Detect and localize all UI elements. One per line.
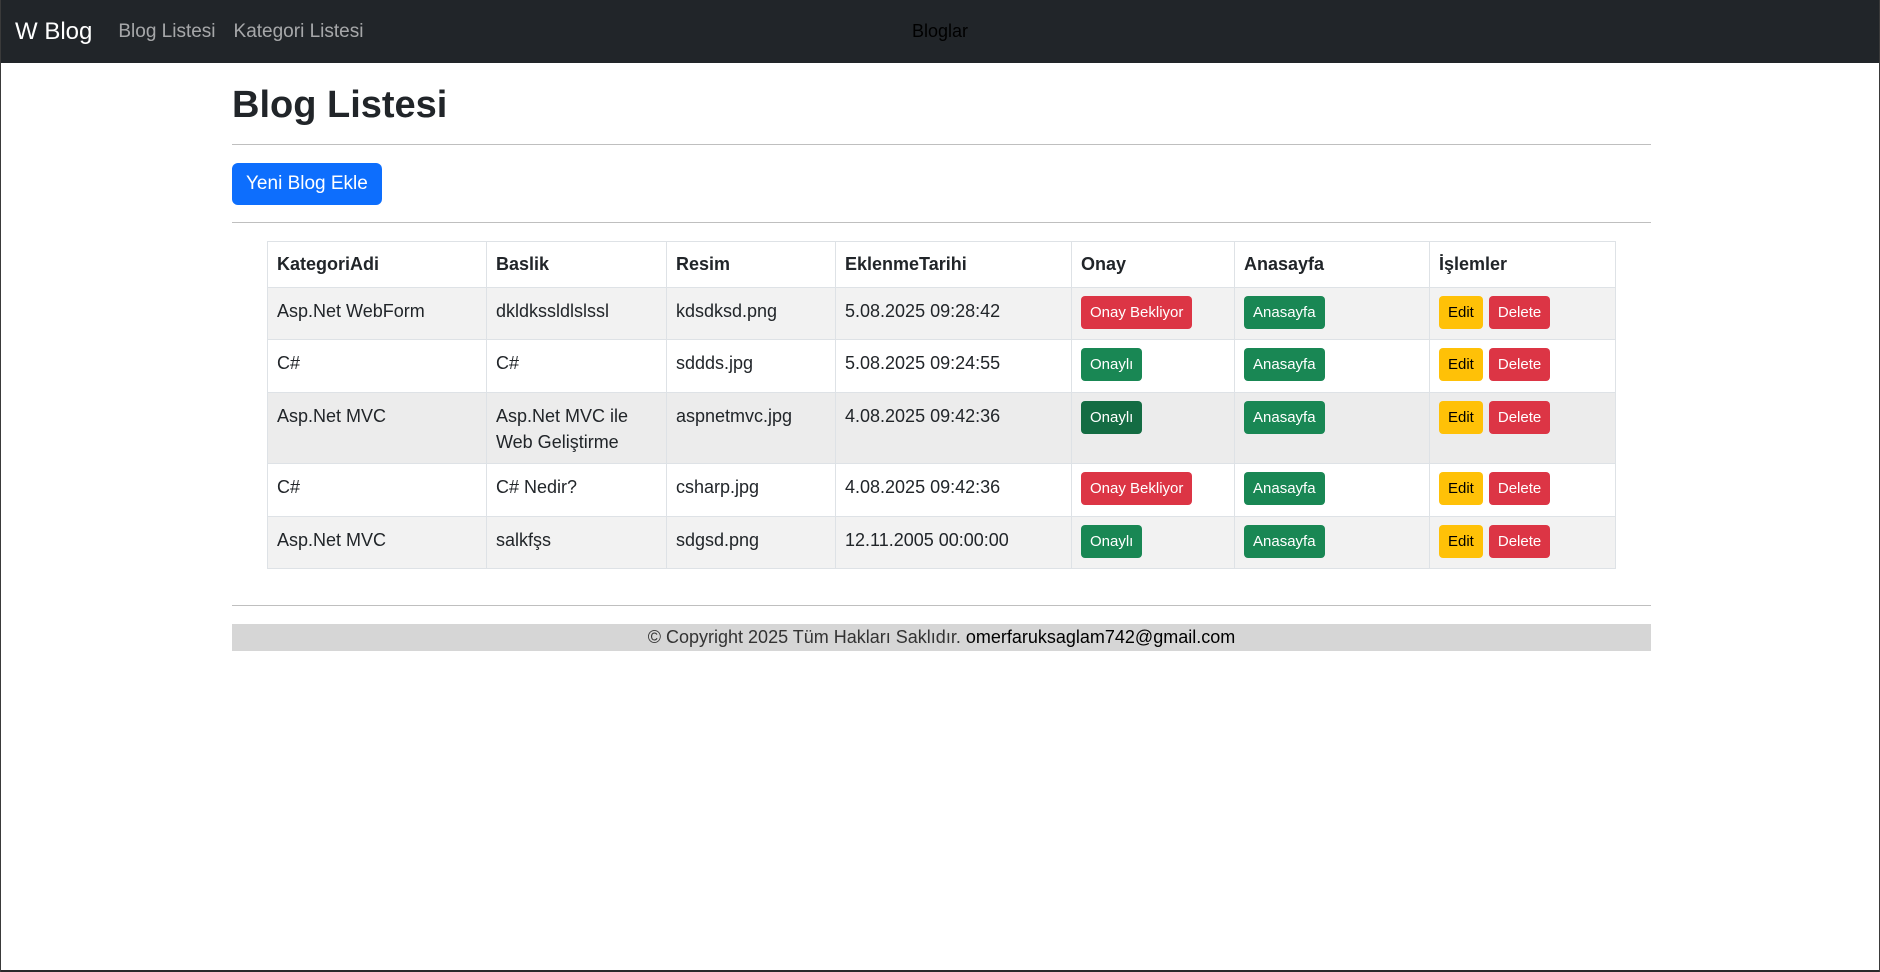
cell-islemler: Edit Delete bbox=[1429, 516, 1616, 569]
cell-anasayfa: Anasayfa bbox=[1234, 463, 1430, 517]
column-header-onay: Onay bbox=[1071, 241, 1235, 288]
cell-resim: sdgsd.png bbox=[666, 516, 836, 569]
cell-tarih: 4.08.2025 09:42:36 bbox=[835, 463, 1072, 517]
delete-button[interactable]: Delete bbox=[1488, 348, 1551, 381]
column-header-tarih: EklenmeTarihi bbox=[835, 241, 1072, 288]
onayli-button[interactable]: Onaylı bbox=[1081, 348, 1143, 381]
column-header-resim: Resim bbox=[666, 241, 836, 288]
nav-link-kategori-listesi[interactable]: Kategori Listesi bbox=[234, 21, 364, 43]
cell-onay: Onay Bekliyor bbox=[1071, 287, 1235, 340]
edit-button[interactable]: Edit bbox=[1439, 401, 1483, 434]
cell-baslik: salkfşs bbox=[486, 516, 667, 569]
cell-anasayfa: Anasayfa bbox=[1234, 392, 1430, 464]
cell-onay: Onay Bekliyor bbox=[1071, 463, 1235, 517]
cell-islemler: Edit Delete bbox=[1429, 339, 1616, 393]
divider bbox=[232, 222, 1651, 223]
cell-islemler: Edit Delete bbox=[1429, 463, 1616, 517]
brand-link[interactable]: W Blog bbox=[15, 18, 92, 46]
add-blog-button[interactable]: Yeni Blog Ekle bbox=[232, 163, 382, 205]
cell-tarih: 12.11.2005 00:00:00 bbox=[835, 516, 1072, 569]
column-header-anasayfa: Anasayfa bbox=[1234, 241, 1430, 288]
cell-kategori: C# bbox=[267, 339, 487, 393]
cell-onay: Onaylı bbox=[1071, 392, 1235, 464]
cell-islemler: Edit Delete bbox=[1429, 287, 1616, 340]
onayli-button[interactable]: Onaylı bbox=[1081, 401, 1143, 434]
cell-kategori: Asp.Net MVC bbox=[267, 392, 487, 464]
divider bbox=[232, 605, 1651, 606]
cell-anasayfa: Anasayfa bbox=[1234, 516, 1430, 569]
cell-baslik: C# Nedir? bbox=[486, 463, 667, 517]
anasayfa-button[interactable]: Anasayfa bbox=[1244, 348, 1325, 381]
cell-resim: aspnetmvc.jpg bbox=[666, 392, 836, 464]
column-header-kategori: KategoriAdi bbox=[267, 241, 487, 288]
divider bbox=[232, 144, 1651, 145]
cell-kategori: C# bbox=[267, 463, 487, 517]
column-header-islemler: İşlemler bbox=[1429, 241, 1616, 288]
edit-button[interactable]: Edit bbox=[1439, 472, 1483, 505]
cell-baslik: Asp.Net MVC ile Web Geliştirme bbox=[486, 392, 667, 464]
cell-resim: csharp.jpg bbox=[666, 463, 836, 517]
main-container: Blog Listesi Yeni Blog Ekle KategoriAdi … bbox=[232, 63, 1651, 651]
cell-anasayfa: Anasayfa bbox=[1234, 339, 1430, 393]
onay-bekliyor-button[interactable]: Onay Bekliyor bbox=[1081, 296, 1193, 329]
table-header-row: KategoriAdi Baslik Resim EklenmeTarihi O… bbox=[267, 241, 1616, 288]
page-title: Blog Listesi bbox=[232, 84, 448, 126]
navbar: W Blog Blog Listesi Kategori Listesi Blo… bbox=[1, 0, 1879, 63]
table-row: Asp.Net MVC salkfşs sdgsd.png 12.11.2005… bbox=[267, 516, 1616, 569]
delete-button[interactable]: Delete bbox=[1488, 525, 1551, 558]
footer-copyright: © Copyright 2025 Tüm Hakları Saklıdır. bbox=[647, 627, 961, 647]
delete-button[interactable]: Delete bbox=[1488, 472, 1551, 505]
anasayfa-button[interactable]: Anasayfa bbox=[1244, 401, 1325, 434]
table-row: Asp.Net WebForm dkldkssldlslssl kdsdksd.… bbox=[267, 287, 1616, 340]
cell-onay: Onaylı bbox=[1071, 339, 1235, 393]
edit-button[interactable]: Edit bbox=[1439, 296, 1483, 329]
cell-kategori: Asp.Net WebForm bbox=[267, 287, 487, 340]
cell-islemler: Edit Delete bbox=[1429, 392, 1616, 464]
cell-resim: kdsdksd.png bbox=[666, 287, 836, 340]
edit-button[interactable]: Edit bbox=[1439, 348, 1483, 381]
cell-anasayfa: Anasayfa bbox=[1234, 287, 1430, 340]
table-row: C# C# sddds.jpg 5.08.2025 09:24:55 Onayl… bbox=[267, 339, 1616, 393]
cell-baslik: C# bbox=[486, 339, 667, 393]
delete-button[interactable]: Delete bbox=[1488, 296, 1551, 329]
nav-link-blog-listesi[interactable]: Blog Listesi bbox=[118, 21, 215, 43]
cell-kategori: Asp.Net MVC bbox=[267, 516, 487, 569]
cell-tarih: 5.08.2025 09:24:55 bbox=[835, 339, 1072, 393]
cell-tarih: 4.08.2025 09:42:36 bbox=[835, 392, 1072, 464]
column-header-baslik: Baslik bbox=[486, 241, 667, 288]
cell-onay: Onaylı bbox=[1071, 516, 1235, 569]
anasayfa-button[interactable]: Anasayfa bbox=[1244, 472, 1325, 505]
delete-button[interactable]: Delete bbox=[1488, 401, 1551, 434]
onayli-button[interactable]: Onaylı bbox=[1081, 525, 1143, 558]
cell-resim: sddds.jpg bbox=[666, 339, 836, 393]
footer-email: omerfaruksaglam742@gmail.com bbox=[965, 627, 1236, 647]
onay-bekliyor-button[interactable]: Onay Bekliyor bbox=[1081, 472, 1193, 505]
edit-button[interactable]: Edit bbox=[1439, 525, 1483, 558]
blog-table: KategoriAdi Baslik Resim EklenmeTarihi O… bbox=[267, 241, 1616, 569]
table-row: C# C# Nedir? csharp.jpg 4.08.2025 09:42:… bbox=[267, 463, 1616, 517]
anasayfa-button[interactable]: Anasayfa bbox=[1244, 525, 1325, 558]
cell-baslik: dkldkssldlslssl bbox=[486, 287, 667, 340]
footer: © Copyright 2025 Tüm Hakları Saklıdır. o… bbox=[232, 624, 1651, 651]
table-row: Asp.Net MVC Asp.Net MVC ile Web Geliştir… bbox=[267, 392, 1616, 464]
anasayfa-button[interactable]: Anasayfa bbox=[1244, 296, 1325, 329]
cell-tarih: 5.08.2025 09:28:42 bbox=[835, 287, 1072, 340]
